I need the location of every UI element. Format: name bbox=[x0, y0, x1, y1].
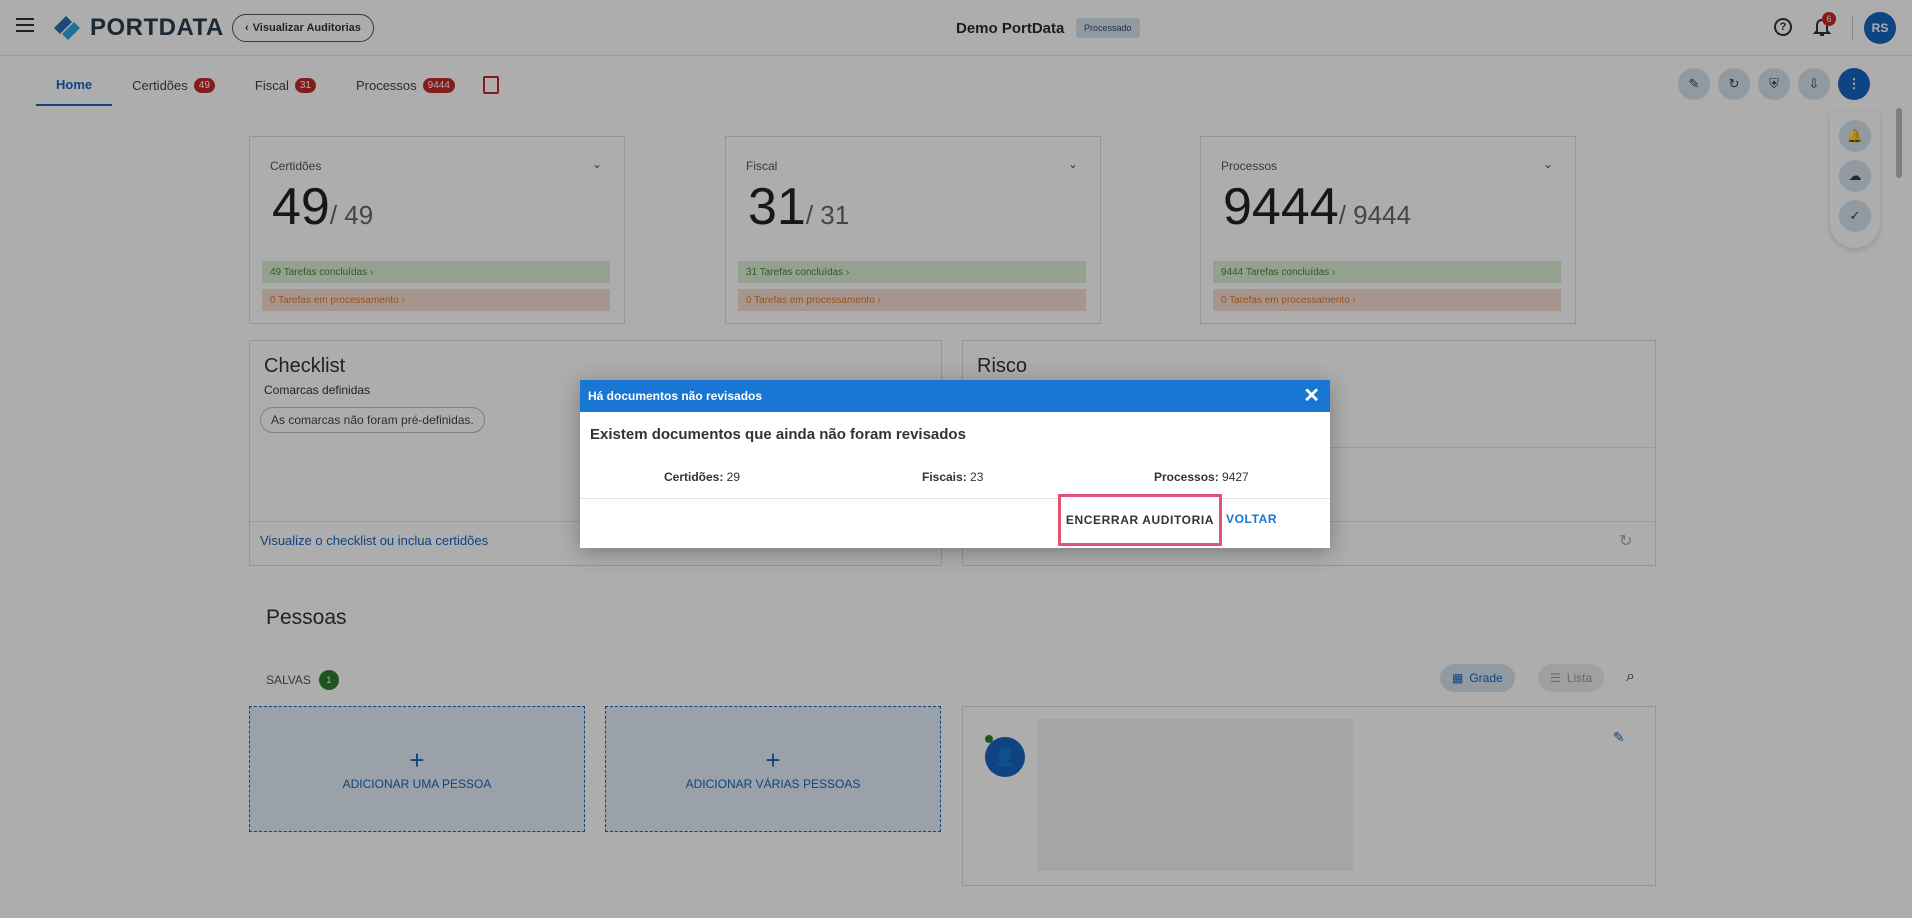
dialog-header: Há documentos não revisados ✕ bbox=[580, 380, 1330, 412]
processos-count-value: 9427 bbox=[1218, 470, 1249, 484]
end-audit-button[interactable]: ENCERRAR AUDITORIA bbox=[1058, 494, 1222, 546]
close-icon[interactable]: ✕ bbox=[1303, 386, 1320, 406]
fiscais-count: Fiscais: 23 bbox=[922, 470, 983, 484]
certidoes-count: Certidões: 29 bbox=[664, 470, 740, 484]
certidoes-count-value: 29 bbox=[723, 470, 741, 484]
fiscais-count-value: 23 bbox=[966, 470, 984, 484]
unreviewed-documents-dialog: Há documentos não revisados ✕ Existem do… bbox=[580, 380, 1330, 548]
dialog-message: Existem documentos que ainda não foram r… bbox=[590, 426, 966, 443]
certidoes-count-label: Certidões: bbox=[664, 470, 724, 484]
processos-count-label: Processos: bbox=[1154, 470, 1219, 484]
processos-count: Processos: 9427 bbox=[1154, 470, 1249, 484]
back-button[interactable]: VOLTAR bbox=[1226, 512, 1277, 526]
dialog-title: Há documentos não revisados bbox=[588, 389, 763, 403]
fiscais-count-label: Fiscais: bbox=[922, 470, 967, 484]
